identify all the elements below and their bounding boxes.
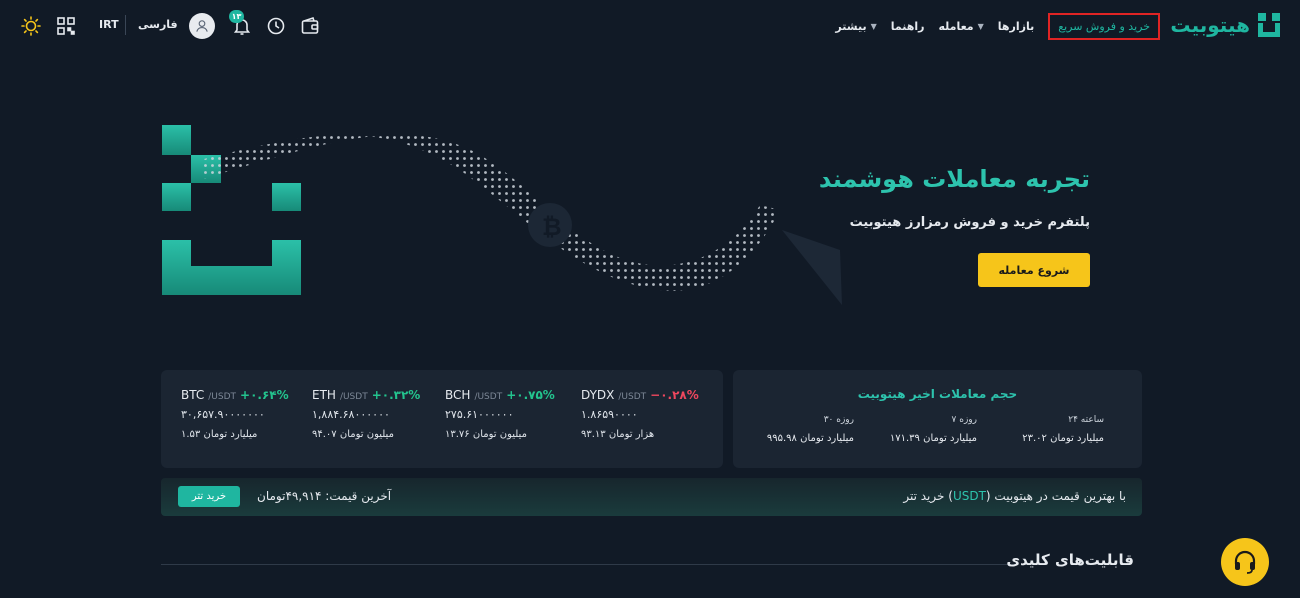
nav-trade-label: معامله: [938, 19, 974, 33]
ticker-price: ۱,۸۸۴.۶۸۰۰۰۰۰۰: [312, 408, 390, 421]
divider: [125, 15, 126, 35]
nav-trade[interactable]: معامله ▼: [938, 20, 983, 33]
section-divider: [161, 564, 1019, 565]
qr-code-icon[interactable]: [55, 15, 77, 37]
svg-text:₿: ₿: [542, 213, 562, 241]
volume-value: ۱۷۱.۳۹ میلیارد تومان: [889, 433, 977, 444]
support-button[interactable]: [1221, 538, 1269, 586]
ticker-change: −۰.۲۸%: [650, 388, 699, 402]
logo[interactable]: هیتوبیت: [1170, 10, 1280, 40]
ticker-change: +۰.۳۲%: [371, 388, 421, 402]
start-trading-button[interactable]: شروع معامله: [978, 253, 1090, 287]
nav-guide[interactable]: راهنما: [891, 20, 925, 33]
ticker-eth[interactable]: ETH /USDT +۰.۳۲% ۱,۸۸۴.۶۸۰۰۰۰۰۰ ۹۴.۰۷ می…: [312, 388, 437, 440]
avatar[interactable]: [189, 13, 215, 39]
buy-usdt-button[interactable]: خرید تتر: [178, 486, 240, 507]
nav-guide-label: راهنما: [890, 19, 925, 33]
volume-30d: ۳۰ روزه ۹۹۵.۹۸ میلیارد تومان: [767, 415, 854, 444]
ticker-volume: ۱.۵۳ میلیارد تومان: [181, 429, 258, 440]
hero-illustration: ₿: [160, 120, 1012, 320]
ticker-symbol: ETH: [312, 388, 336, 402]
volume-label: ۳۰ روزه: [823, 415, 854, 425]
notification-badge: ۱۳: [229, 10, 244, 23]
volume-card-title: حجم معاملات اخیر هیتوبیت: [857, 387, 1018, 401]
nav-markets-label: بازارها: [997, 19, 1035, 33]
nav-markets[interactable]: بازارها: [998, 20, 1034, 33]
ticker-pair: /USDT: [208, 392, 237, 402]
ticker-dydx[interactable]: DYDX /USDT −۰.۲۸% ۱.۸۶۵۹۰۰۰۰ ۹۳.۱۳ هزار …: [581, 388, 706, 440]
currency-selector[interactable]: IRT: [99, 18, 119, 31]
trade-volume-card: حجم معاملات اخیر هیتوبیت ۲۴ ساعته ۲۳.۰۲ …: [733, 370, 1142, 468]
logo-text: هیتوبیت: [1170, 13, 1250, 37]
section-title: قابلیت‌های کلیدی: [1006, 551, 1134, 569]
hero-title: تجربه معاملات هوشمند: [818, 165, 1090, 193]
volume-7d: ۷ روزه ۱۷۱.۳۹ میلیارد تومان: [890, 415, 977, 444]
ticker-change: +۰.۶۴%: [240, 388, 289, 402]
ticker-change: +۰.۷۵%: [506, 388, 555, 402]
volume-label: ۲۴ ساعته: [1068, 415, 1104, 425]
logo-mark-icon: [1258, 13, 1280, 37]
language-selector[interactable]: فارسی: [138, 18, 178, 31]
ticker-pair: /USDT: [474, 392, 503, 402]
ticker-pair: /USDT: [339, 392, 368, 402]
ticker-symbol: BCH: [445, 388, 471, 402]
history-icon[interactable]: [265, 15, 287, 37]
nav-quick-trade-label: خرید و فروش سریع: [1058, 19, 1150, 33]
ticker-symbol: DYDX: [581, 388, 615, 402]
chevron-down-icon: ▼: [870, 21, 877, 31]
hero-subtitle: پلتفرم خرید و فروش رمزارز هیتوبیت: [849, 215, 1090, 230]
headset-icon: [1234, 550, 1256, 574]
market-ticker-card: BTC /USDT +۰.۶۴% ۳۰,۶۵۷.۹۰۰۰۰۰۰۰ ۱.۵۳ می…: [161, 370, 723, 468]
sun-icon[interactable]: [20, 15, 42, 37]
volume-value: ۹۹۵.۹۸ میلیارد تومان: [766, 433, 854, 444]
promo-text-before: خرید تتر (: [903, 489, 953, 503]
promo-text-highlight: USDT: [952, 489, 986, 503]
ticker-volume: ۱۳.۷۶ میلیون تومان: [445, 429, 527, 440]
usdt-promo-bar: خرید تتر (USDT) با بهترین قیمت در هیتوبی…: [161, 478, 1142, 516]
ticker-volume: ۹۴.۰۷ میلیون تومان: [312, 429, 394, 440]
volume-24h: ۲۴ ساعته ۲۳.۰۲ میلیارد تومان: [1022, 415, 1104, 444]
ticker-price: ۳۰,۶۵۷.۹۰۰۰۰۰۰۰: [181, 408, 265, 421]
ticker-volume: ۹۳.۱۳ هزار تومان: [581, 429, 655, 440]
nav-more-label: بیشتر: [835, 19, 867, 33]
wallet-icon[interactable]: [299, 15, 321, 37]
chevron-down-icon: ▼: [977, 21, 984, 31]
ticker-pair: /USDT: [618, 392, 647, 402]
user-icon: [196, 20, 208, 32]
volume-label: ۷ روزه: [951, 415, 977, 425]
main-nav: خرید و فروش سریع بازارها معامله ▼ راهنما…: [835, 11, 1160, 41]
volume-value: ۲۳.۰۲ میلیارد تومان: [1022, 433, 1104, 444]
ticker-bch[interactable]: BCH /USDT +۰.۷۵% ۲۷۵.۶۱۰۰۰۰۰۰ ۱۳.۷۶ میلی…: [445, 388, 570, 440]
nav-more[interactable]: بیشتر ▼: [835, 20, 876, 33]
ticker-symbol: BTC: [181, 388, 205, 402]
promo-text-after: ) با بهترین قیمت در هیتوبیت: [985, 489, 1126, 503]
ticker-btc[interactable]: BTC /USDT +۰.۶۴% ۳۰,۶۵۷.۹۰۰۰۰۰۰۰ ۱.۵۳ می…: [181, 388, 306, 440]
ticker-price: ۲۷۵.۶۱۰۰۰۰۰۰: [445, 408, 514, 421]
usdt-last-price: آخرین قیمت: ۴۹,۹۱۴تومان: [257, 489, 392, 503]
header-tools: IRT فارسی ۱۳: [0, 0, 340, 52]
nav-quick-trade[interactable]: خرید و فروش سریع: [1048, 12, 1160, 40]
top-header: هیتوبیت خرید و فروش سریع بازارها معامله …: [0, 0, 1300, 52]
promo-text: خرید تتر (USDT) با بهترین قیمت در هیتوبی…: [903, 489, 1126, 503]
ticker-price: ۱.۸۶۵۹۰۰۰۰: [581, 408, 638, 421]
